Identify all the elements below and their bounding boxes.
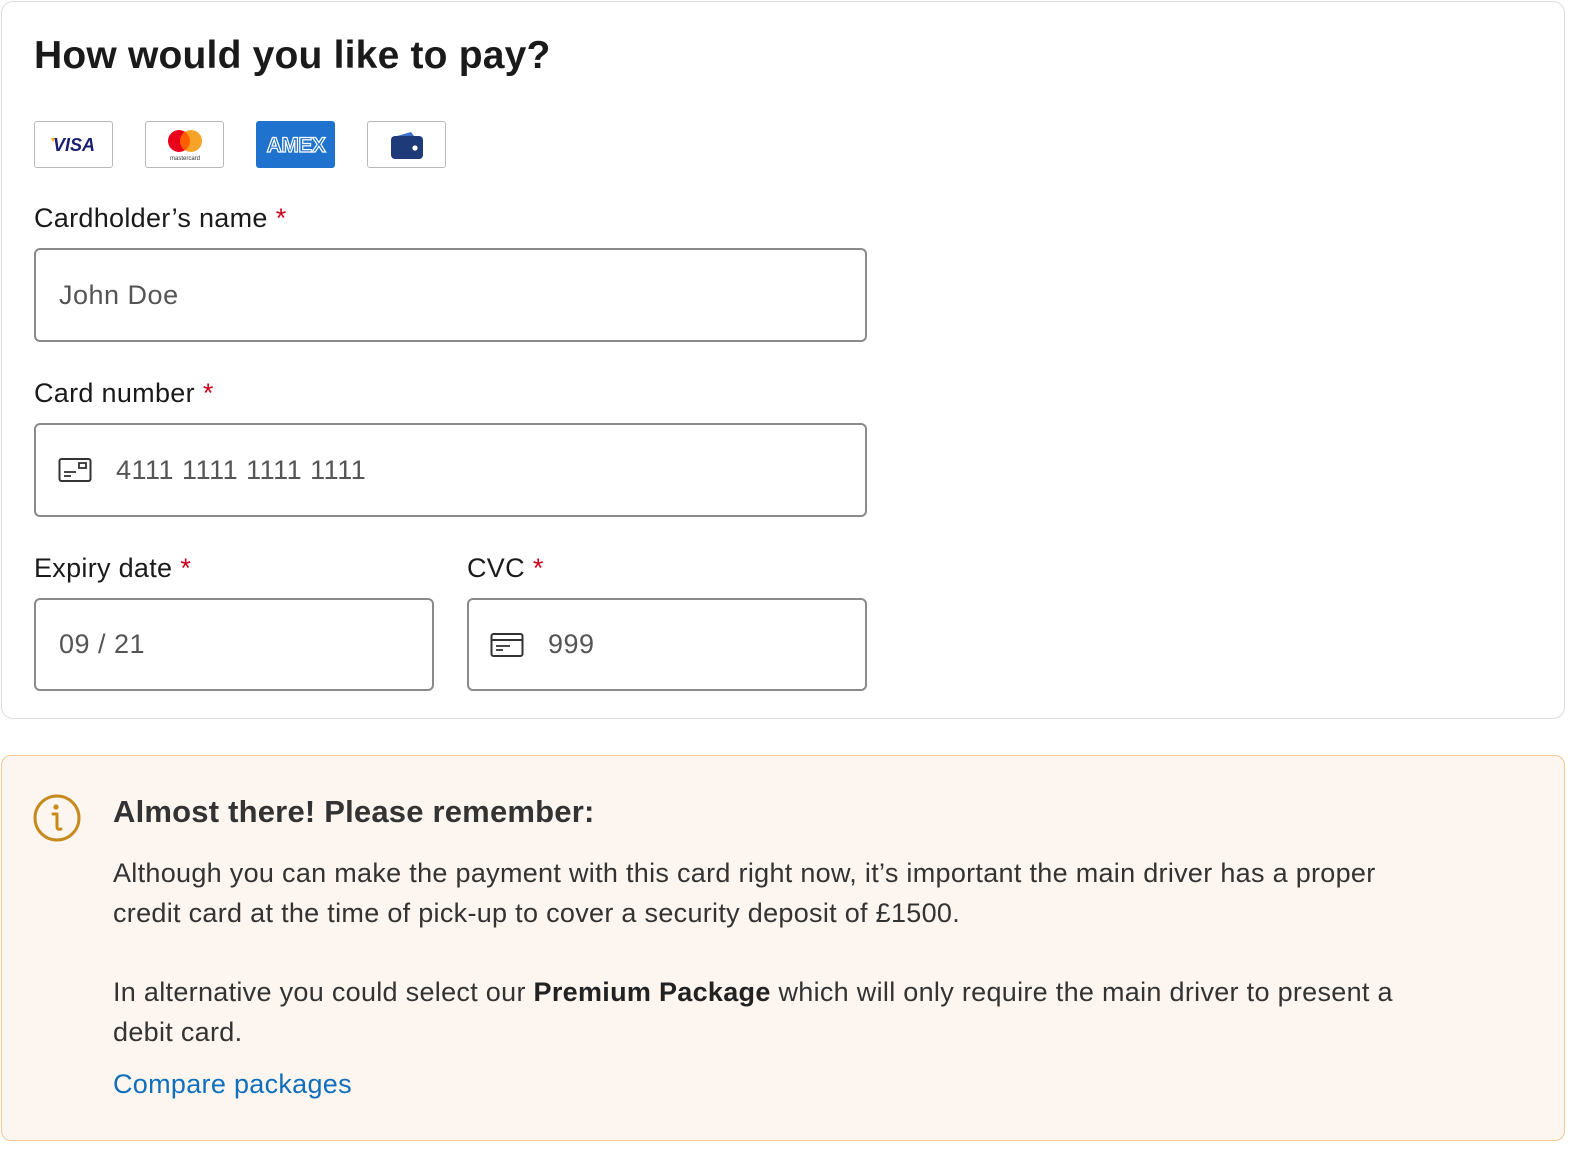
cardholder-name-label: Cardholder’s name * <box>34 203 287 234</box>
amex-logo[interactable]: AMEX <box>256 121 335 168</box>
card-number-input[interactable] <box>116 454 865 486</box>
premium-package-name: Premium Package <box>533 977 771 1007</box>
info-icon <box>32 793 82 848</box>
visa-logo[interactable]: VISA <box>34 121 113 168</box>
mastercard-icon: mastercard <box>167 129 202 162</box>
card-number-label-text: Card number <box>34 378 195 408</box>
required-asterisk: * <box>180 553 192 583</box>
svg-text:VISA: VISA <box>52 135 94 155</box>
required-asterisk: * <box>275 203 287 233</box>
expiry-date-field[interactable] <box>34 598 434 691</box>
cardholder-name-label-text: Cardholder’s name <box>34 203 268 233</box>
cvc-input[interactable] <box>548 629 865 660</box>
notice-title: Almost there! Please remember: <box>113 794 595 829</box>
payment-form-card: How would you like to pay? VISA masterca… <box>1 1 1565 719</box>
required-asterisk: * <box>202 378 214 408</box>
deposit-notice: Almost there! Please remember: Although … <box>1 755 1565 1141</box>
svg-text:mastercard: mastercard <box>169 156 199 162</box>
visa-icon: VISA <box>50 135 95 155</box>
premium-text-prefix: In alternative you could select our <box>113 977 534 1007</box>
compare-packages-link[interactable]: Compare packages <box>113 1069 352 1100</box>
svg-text:AMEX: AMEX <box>266 134 325 157</box>
cardholder-name-field[interactable] <box>34 248 867 342</box>
cvc-label: CVC * <box>467 553 544 584</box>
notice-paragraph-premium: In alternative you could select our Prem… <box>113 972 1403 1052</box>
cardholder-name-input[interactable] <box>59 279 865 311</box>
card-back-icon <box>490 632 524 658</box>
cvc-field[interactable] <box>467 598 867 691</box>
notice-paragraph-deposit: Although you can make the payment with t… <box>113 858 1376 928</box>
wallet-logo[interactable] <box>367 121 446 168</box>
expiry-date-label: Expiry date * <box>34 553 191 584</box>
payment-method-logos: VISA mastercard AMEX <box>34 121 446 168</box>
expiry-date-input[interactable] <box>59 629 432 660</box>
page-title: How would you like to pay? <box>34 34 551 77</box>
mastercard-logo[interactable]: mastercard <box>145 121 224 168</box>
wallet-icon <box>390 131 423 159</box>
cvc-label-text: CVC <box>467 553 525 583</box>
amex-icon: AMEX <box>266 133 327 157</box>
expiry-date-label-text: Expiry date <box>34 553 173 583</box>
card-number-label: Card number * <box>34 378 214 409</box>
card-number-field[interactable] <box>34 423 867 517</box>
required-asterisk: * <box>532 553 544 583</box>
credit-card-icon <box>58 457 92 483</box>
